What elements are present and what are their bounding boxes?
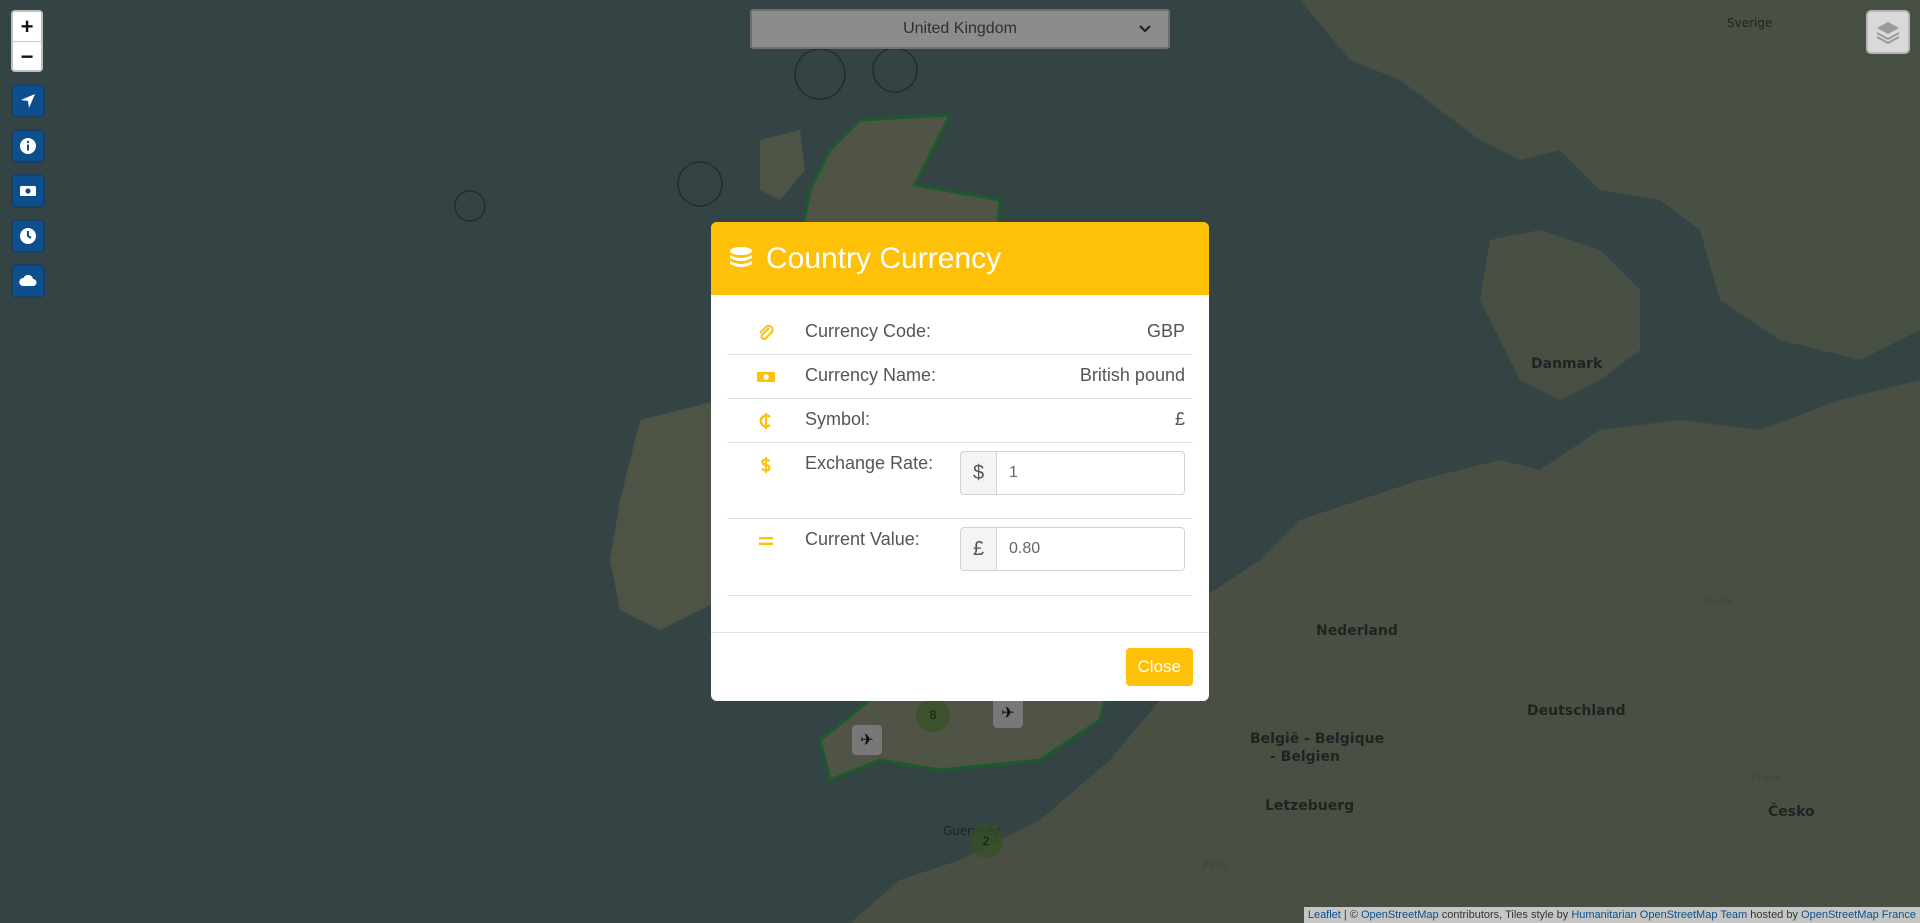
coins-icon <box>730 246 752 267</box>
currency-name-label: Currency Name: <box>805 365 937 385</box>
leaflet-link[interactable]: Leaflet <box>1308 909 1341 921</box>
current-value-prefix: £ <box>960 527 996 571</box>
info-button[interactable] <box>11 129 45 163</box>
currency-name-row: Currency Name: British pound <box>727 355 1193 399</box>
info-icon <box>20 138 36 154</box>
currency-code-value: GBP <box>1146 321 1185 341</box>
time-button[interactable] <box>11 219 45 253</box>
layers-icon <box>1876 22 1900 45</box>
current-value-label: Current Value: <box>805 529 920 549</box>
hot-link[interactable]: Humanitarian OpenStreetMap Team <box>1571 909 1747 921</box>
currency-code-row: Currency Code: GBP <box>727 311 1193 355</box>
money-bill-icon <box>20 186 36 196</box>
cedi-sign-icon <box>759 413 771 429</box>
currency-modal: Country Currency Currency Code: GBP Curr… <box>711 222 1209 701</box>
chevron-down-icon <box>1139 25 1151 33</box>
zoom-out-button[interactable]: − <box>13 41 41 70</box>
symbol-label: Symbol: <box>805 409 871 429</box>
country-select[interactable]: United Kingdom <box>750 9 1170 49</box>
paperclip-icon <box>759 324 774 340</box>
modal-title: Country Currency <box>766 241 1002 275</box>
current-value-input-group: £ 0.80 <box>960 527 1185 571</box>
osm-france-link[interactable]: OpenStreetMap France <box>1801 909 1916 921</box>
location-arrow-icon <box>21 94 35 108</box>
exchange-rate-label: Exchange Rate: <box>805 453 934 473</box>
weather-button[interactable] <box>11 264 45 298</box>
currency-button[interactable] <box>11 174 45 208</box>
exchange-rate-input[interactable]: 1 <box>996 451 1185 495</box>
osm-link[interactable]: OpenStreetMap <box>1361 909 1439 921</box>
current-value-row: Current Value: £ 0.80 <box>727 519 1193 596</box>
currency-name-value: British pound <box>1079 365 1185 385</box>
current-value-input[interactable]: 0.80 <box>996 527 1185 571</box>
zoom-control: + − <box>11 10 43 72</box>
locate-button[interactable] <box>11 84 45 118</box>
layers-control[interactable] <box>1866 10 1910 54</box>
modal-footer: Close <box>711 633 1209 701</box>
symbol-row: Symbol: £ <box>727 399 1193 443</box>
modal-header: Country Currency <box>711 222 1209 295</box>
map-attribution: Leaflet | © OpenStreetMap contributors, … <box>1303 907 1920 923</box>
exchange-rate-input-group: $ 1 <box>960 451 1185 495</box>
cloud-icon <box>19 274 37 286</box>
money-bill-icon <box>757 372 775 382</box>
equals-icon <box>759 537 773 545</box>
dollar-sign-icon <box>761 457 771 473</box>
symbol-value: £ <box>1174 409 1185 429</box>
clock-icon <box>20 228 36 244</box>
currency-code-label: Currency Code: <box>805 321 932 341</box>
close-button[interactable]: Close <box>1125 648 1193 686</box>
zoom-in-button[interactable]: + <box>13 12 41 41</box>
country-select-value: United Kingdom <box>903 20 1017 37</box>
exchange-rate-row: Exchange Rate: $ 1 <box>727 443 1193 519</box>
modal-body: Currency Code: GBP Currency Name: Britis… <box>711 295 1209 633</box>
exchange-rate-prefix: $ <box>960 451 996 495</box>
